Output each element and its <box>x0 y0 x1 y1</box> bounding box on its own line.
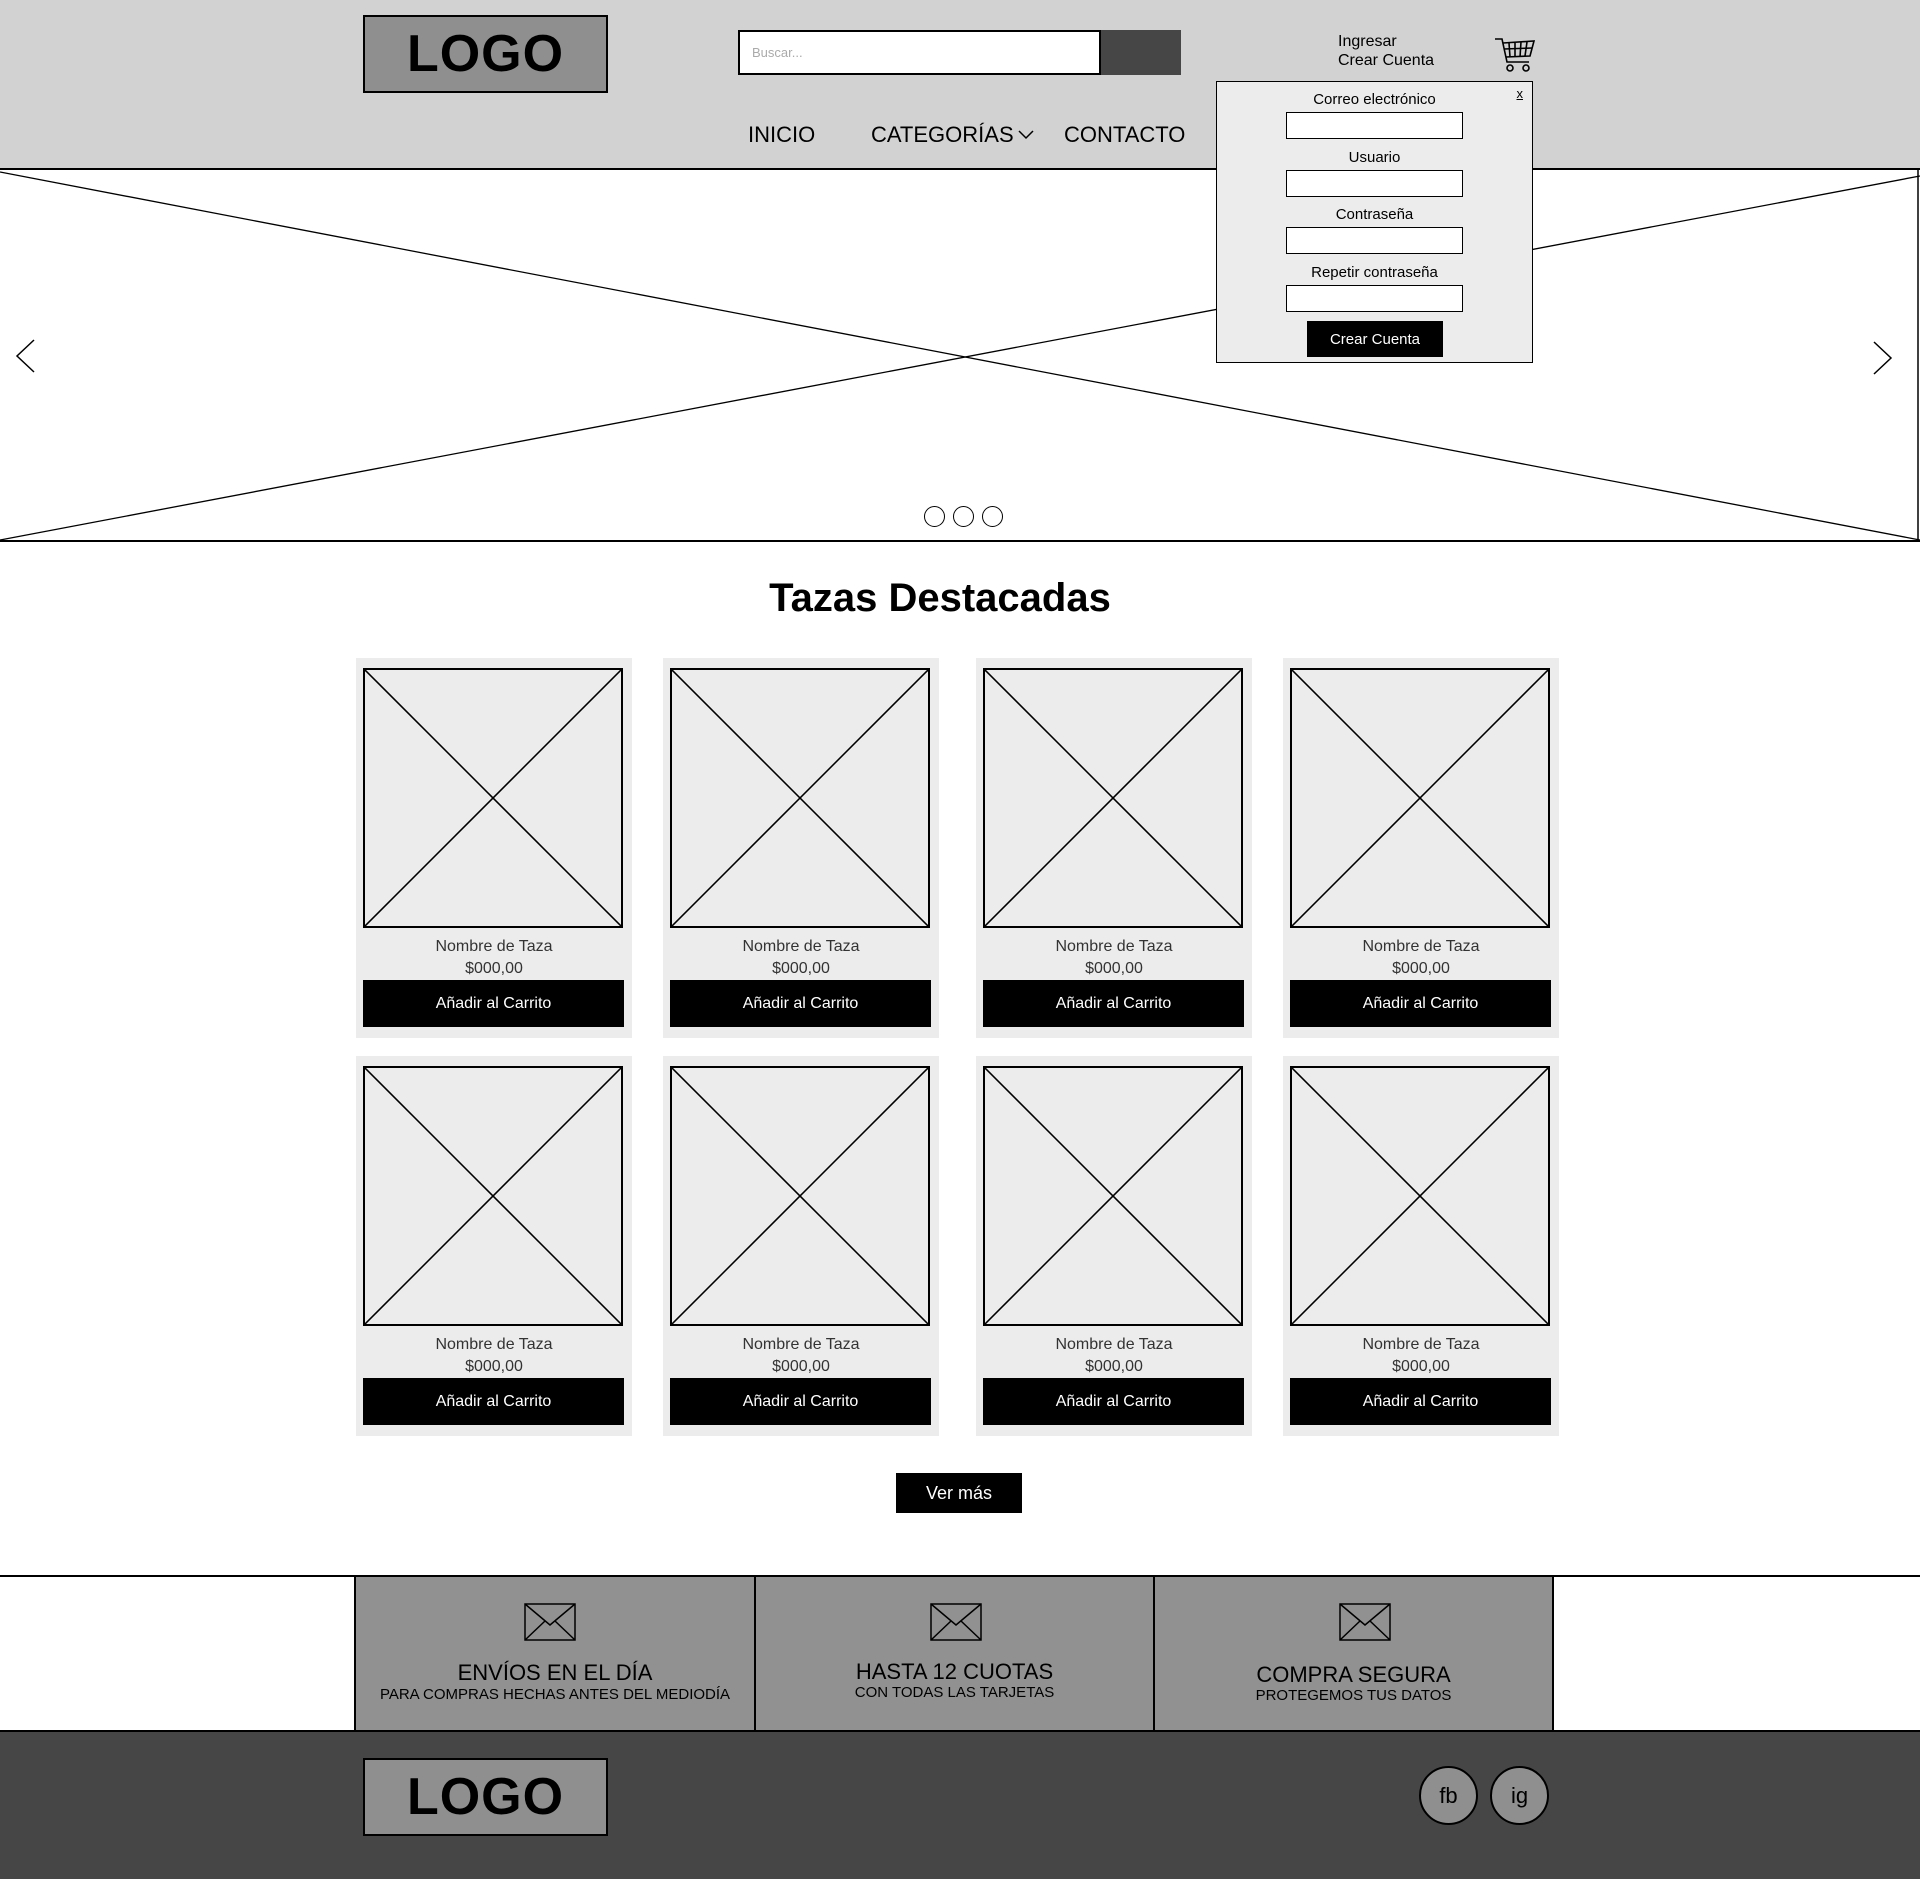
search-button[interactable] <box>1101 30 1181 75</box>
product-price: $000,00 <box>465 1358 523 1375</box>
see-more-button[interactable]: Ver más <box>896 1473 1022 1513</box>
user-field-group: Usuario <box>1217 149 1532 197</box>
login-link[interactable]: Ingresar <box>1338 32 1434 51</box>
product-price: $000,00 <box>1085 960 1143 977</box>
email-field-group: Correo electrónico <box>1217 91 1532 139</box>
product-card[interactable]: Nombre de Taza $000,00 Añadir al Carrito <box>976 658 1252 1038</box>
add-to-cart-button[interactable]: Añadir al Carrito <box>363 1378 624 1425</box>
product-name: Nombre de Taza <box>1055 1336 1173 1353</box>
envelope-icon <box>1339 1603 1391 1641</box>
add-to-cart-button[interactable]: Añadir al Carrito <box>670 980 931 1027</box>
envelope-icon <box>930 1603 982 1641</box>
nav-contacto-label: CONTACTO <box>1064 122 1186 147</box>
product-price: $000,00 <box>772 1358 830 1375</box>
register-popup: x Correo electrónico Usuario Contraseña … <box>1216 81 1533 363</box>
email-label: Correo electrónico <box>1313 91 1436 108</box>
add-to-cart-button[interactable]: Añadir al Carrito <box>983 980 1244 1027</box>
product-card[interactable]: Nombre de Taza $000,00 Añadir al Carrito <box>356 658 632 1038</box>
add-to-cart-button[interactable]: Añadir al Carrito <box>1290 1378 1551 1425</box>
site-header: LOGO Ingresar Crear Cuenta INICIO CATEGO… <box>0 0 1920 170</box>
product-card[interactable]: Nombre de Taza $000,00 Añadir al Carrito <box>663 1056 939 1436</box>
carousel-dot[interactable] <box>953 506 974 527</box>
product-name: Nombre de Taza <box>742 938 860 955</box>
product-image-placeholder[interactable] <box>983 1066 1243 1326</box>
email-field[interactable] <box>1286 112 1463 139</box>
product-price: $000,00 <box>465 960 523 977</box>
product-image-placeholder[interactable] <box>363 668 623 928</box>
envelope-icon <box>524 1603 576 1641</box>
product-image-placeholder[interactable] <box>670 1066 930 1326</box>
repeat-password-field[interactable] <box>1286 285 1463 312</box>
register-link[interactable]: Crear Cuenta <box>1338 51 1434 70</box>
feature-subtitle: PARA COMPRAS HECHAS ANTES DEL MEDIODÍA <box>379 1686 731 1703</box>
footer-logo[interactable]: LOGO <box>363 1758 608 1836</box>
product-name: Nombre de Taza <box>435 1336 553 1353</box>
feature-installments: HASTA 12 CUOTAS CON TODAS LAS TARJETAS <box>754 1577 1153 1730</box>
product-card[interactable]: Nombre de Taza $000,00 Añadir al Carrito <box>356 1056 632 1436</box>
site-footer: LOGO fb ig <box>0 1732 1920 1879</box>
header-logo[interactable]: LOGO <box>363 15 608 93</box>
product-image-placeholder[interactable] <box>363 1066 623 1326</box>
product-card[interactable]: Nombre de Taza $000,00 Añadir al Carrito <box>663 658 939 1038</box>
hero-image-placeholder <box>0 170 1920 540</box>
product-name: Nombre de Taza <box>1362 1336 1480 1353</box>
product-name: Nombre de Taza <box>1362 938 1480 955</box>
product-price: $000,00 <box>1392 1358 1450 1375</box>
cart-icon[interactable] <box>1494 36 1536 74</box>
account-links: Ingresar Crear Cuenta <box>1338 32 1434 70</box>
user-label: Usuario <box>1348 149 1401 166</box>
add-to-cart-button[interactable]: Añadir al Carrito <box>363 980 624 1027</box>
password-field[interactable] <box>1286 227 1463 254</box>
product-price: $000,00 <box>772 960 830 977</box>
search-input[interactable] <box>738 30 1101 75</box>
carousel-prev-icon[interactable] <box>14 338 36 374</box>
repeat-password-label: Repetir contraseña <box>1311 264 1438 281</box>
product-price: $000,00 <box>1392 960 1450 977</box>
nav-categorias-label: CATEGORÍAS <box>871 122 1014 147</box>
carousel-dot[interactable] <box>924 506 945 527</box>
password-field-group: Contraseña <box>1217 206 1532 254</box>
instagram-link[interactable]: ig <box>1490 1766 1549 1825</box>
product-image-placeholder[interactable] <box>670 668 930 928</box>
chevron-down-icon <box>1018 130 1034 140</box>
feature-shipping: ENVÍOS EN EL DÍA PARA COMPRAS HECHAS ANT… <box>354 1577 754 1730</box>
nav-inicio[interactable]: INICIO <box>748 122 815 148</box>
product-card[interactable]: Nombre de Taza $000,00 Añadir al Carrito <box>976 1056 1252 1436</box>
feature-title: ENVÍOS EN EL DÍA <box>457 1660 653 1685</box>
product-name: Nombre de Taza <box>435 938 553 955</box>
feature-title: COMPRA SEGURA <box>1256 1662 1451 1687</box>
user-field[interactable] <box>1286 170 1463 197</box>
product-name: Nombre de Taza <box>1055 938 1173 955</box>
feature-title: HASTA 12 CUOTAS <box>855 1659 1054 1684</box>
password-label: Contraseña <box>1335 206 1414 223</box>
nav-inicio-label: INICIO <box>748 122 816 147</box>
product-card[interactable]: Nombre de Taza $000,00 Añadir al Carrito <box>1283 658 1559 1038</box>
feature-secure: COMPRA SEGURA PROTEGEMOS TUS DATOS <box>1153 1577 1554 1730</box>
add-to-cart-button[interactable]: Añadir al Carrito <box>1290 980 1551 1027</box>
nav-categorias[interactable]: CATEGORÍAS <box>871 122 1034 148</box>
add-to-cart-button[interactable]: Añadir al Carrito <box>983 1378 1244 1425</box>
feature-subtitle: PROTEGEMOS TUS DATOS <box>1255 1687 1452 1704</box>
product-card[interactable]: Nombre de Taza $000,00 Añadir al Carrito <box>1283 1056 1559 1436</box>
repeat-password-field-group: Repetir contraseña <box>1217 264 1532 312</box>
product-image-placeholder[interactable] <box>1290 668 1550 928</box>
hero-carousel <box>0 170 1920 542</box>
carousel-dots <box>924 506 1003 527</box>
carousel-dot[interactable] <box>982 506 1003 527</box>
feature-subtitle: CON TODAS LAS TARJETAS <box>854 1684 1055 1701</box>
product-image-placeholder[interactable] <box>1290 1066 1550 1326</box>
carousel-next-icon[interactable] <box>1872 340 1894 376</box>
section-title: Tazas Destacadas <box>769 576 1111 620</box>
product-name: Nombre de Taza <box>742 1336 860 1353</box>
product-image-placeholder[interactable] <box>983 668 1243 928</box>
create-account-button[interactable]: Crear Cuenta <box>1307 321 1443 357</box>
add-to-cart-button[interactable]: Añadir al Carrito <box>670 1378 931 1425</box>
nav-contacto[interactable]: CONTACTO <box>1064 122 1185 148</box>
features-strip: ENVÍOS EN EL DÍA PARA COMPRAS HECHAS ANT… <box>0 1575 1920 1732</box>
product-price: $000,00 <box>1085 1358 1143 1375</box>
facebook-link[interactable]: fb <box>1419 1766 1478 1825</box>
